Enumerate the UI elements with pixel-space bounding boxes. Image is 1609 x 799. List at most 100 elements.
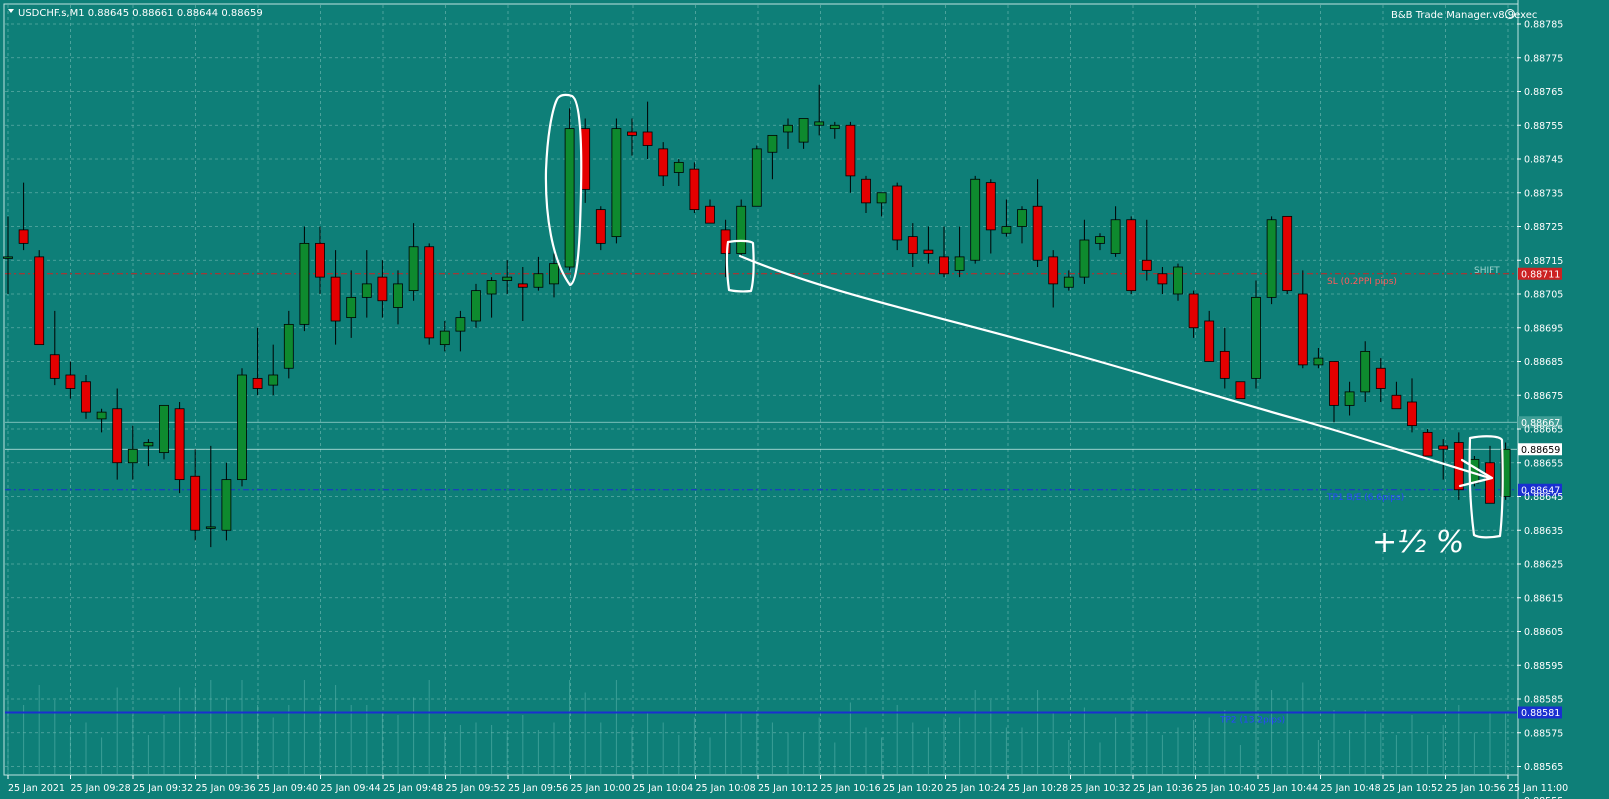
x-tick-label: 25 Jan 10:44 <box>1258 783 1318 794</box>
bull-candle-body <box>549 263 559 285</box>
bull-candle-body <box>237 374 247 481</box>
bear-candle-body <box>424 246 435 339</box>
y-tick-label: 0.88605 <box>1524 627 1563 638</box>
bull-candle-body <box>1266 219 1277 298</box>
bull-candle-body <box>486 280 497 295</box>
bear-candle-body <box>49 354 60 379</box>
bear-candle-body <box>1329 361 1339 406</box>
y-tick-label: 0.88655 <box>1524 458 1563 469</box>
bull-candle-body <box>673 161 684 173</box>
tp2-price-text: 0.88581 <box>1521 708 1560 719</box>
bear-candle-body <box>174 408 185 481</box>
bull-candle-body <box>502 276 513 281</box>
tp1-label: TP1 B/E (6.6pips) <box>1326 493 1404 503</box>
bear-candle-body <box>907 236 918 254</box>
stop-loss-label: SL (0.2PPI pips) <box>1327 277 1397 287</box>
bear-candle-body <box>689 168 700 211</box>
x-tick-label: 25 Jan 09:48 <box>383 783 443 794</box>
bear-candle-body <box>18 229 29 244</box>
tp2-label: TP2 (13.2pips) <box>1219 716 1285 726</box>
bear-candle-body <box>1438 445 1449 450</box>
bear-candle-body <box>1282 215 1293 292</box>
bear-candle-body <box>1407 401 1417 427</box>
bear-candle-body <box>1297 293 1308 366</box>
x-tick-label: 25 Jan 10:24 <box>946 783 1006 794</box>
bear-candle-body <box>939 256 949 275</box>
bull-candle-body <box>3 256 13 259</box>
y-tick-label: 0.88725 <box>1524 222 1563 233</box>
y-tick-label: 0.88675 <box>1524 391 1563 402</box>
bull-candle-body <box>751 148 762 207</box>
bid-price-text: 0.88659 <box>1521 445 1560 456</box>
x-tick-label: 25 Jan 09:36 <box>196 783 256 794</box>
bear-candle-body <box>1391 394 1402 410</box>
y-tick-label: 0.88595 <box>1524 661 1563 672</box>
x-tick-label: 25 Jan 10:04 <box>633 783 693 794</box>
y-tick-label: 0.88705 <box>1524 290 1563 301</box>
bear-candle-body <box>627 131 637 136</box>
x-tick-label: 25 Jan 10:28 <box>1008 783 1068 794</box>
expert-advisor-label: B&B Trade Manager.v8.9exec <box>1391 10 1537 21</box>
bear-candle-body <box>34 256 45 346</box>
bull-candle-body <box>829 124 840 130</box>
x-tick-label: 25 Jan 09:40 <box>258 783 318 794</box>
y-tick-label: 0.88585 <box>1524 695 1563 706</box>
x-tick-label: 25 Jan 09:52 <box>446 783 506 794</box>
bear-candle-body <box>1422 431 1433 457</box>
bull-candle-body <box>283 323 294 369</box>
x-tick-label: 25 Jan 10:52 <box>1383 783 1443 794</box>
bear-candle-body <box>81 381 91 413</box>
x-tick-label: 25 Jan 2021 <box>8 783 65 794</box>
bull-candle-body <box>143 442 154 447</box>
bear-candle-body <box>595 209 606 244</box>
x-tick-label: 25 Jan 11:00 <box>1508 783 1568 794</box>
bear-candle-body <box>1126 219 1137 292</box>
x-tick-label: 25 Jan 10:08 <box>696 783 756 794</box>
y-tick-label: 0.88735 <box>1524 188 1563 199</box>
y-tick-label: 0.88695 <box>1524 323 1563 334</box>
y-tick-label: 0.88745 <box>1524 155 1563 166</box>
bull-candle-body <box>1360 350 1371 393</box>
bull-candle-body <box>954 256 965 271</box>
bull-candle-body <box>767 134 778 153</box>
bear-candle-body <box>1235 381 1246 400</box>
bear-candle-body <box>985 182 996 231</box>
bull-candle-body <box>1251 296 1261 379</box>
y-tick-label: 0.88635 <box>1524 526 1563 537</box>
bull-candle-body <box>1063 276 1074 288</box>
bull-candle-body <box>205 526 216 529</box>
stop-loss-price-text: 0.88711 <box>1521 269 1560 280</box>
bear-candle-body <box>642 131 653 146</box>
y-tick-label: 0.88625 <box>1524 560 1563 571</box>
y-tick-label: 0.88575 <box>1524 728 1563 739</box>
x-tick-label: 25 Jan 10:12 <box>758 783 818 794</box>
y-tick-label: 0.88665 <box>1524 425 1563 436</box>
y-tick-label: 0.88565 <box>1524 762 1563 773</box>
x-tick-label: 25 Jan 10:48 <box>1321 783 1381 794</box>
symbol-info: USDCHF.s,M1 0.88645 0.88661 0.88644 0.88… <box>18 8 263 19</box>
y-tick-label: 0.88785 <box>1524 20 1563 31</box>
x-tick-label: 25 Jan 10:40 <box>1196 783 1256 794</box>
bear-candle-body <box>1157 273 1168 285</box>
bear-candle-body <box>377 276 388 302</box>
bull-candle-body <box>1079 239 1090 278</box>
bull-candle-body <box>1001 226 1012 234</box>
x-tick-label: 25 Jan 10:32 <box>1071 783 1131 794</box>
bull-candle-body <box>1344 391 1355 406</box>
bear-candle-body <box>1485 462 1495 504</box>
bear-candle-body <box>315 242 325 278</box>
bear-candle-body <box>330 276 341 322</box>
bull-candle-body <box>736 205 747 254</box>
handwritten-note: +½ % <box>1372 525 1464 560</box>
bear-candle-body <box>658 148 669 177</box>
x-tick-label: 25 Jan 09:32 <box>133 783 193 794</box>
bull-candle-body <box>814 121 825 126</box>
x-tick-label: 25 Jan 09:28 <box>71 783 131 794</box>
bull-candle-body <box>1173 266 1183 295</box>
y-tick-label: 0.88775 <box>1524 53 1563 64</box>
price-chart[interactable]: 0.886670.88659SL (0.2PPI pips)0.88711SHI… <box>0 0 1609 799</box>
y-tick-label: 0.88615 <box>1524 593 1563 604</box>
bull-candle-body <box>1313 357 1324 366</box>
x-tick-label: 25 Jan 09:44 <box>321 783 381 794</box>
y-tick-label: 0.88765 <box>1524 87 1563 98</box>
